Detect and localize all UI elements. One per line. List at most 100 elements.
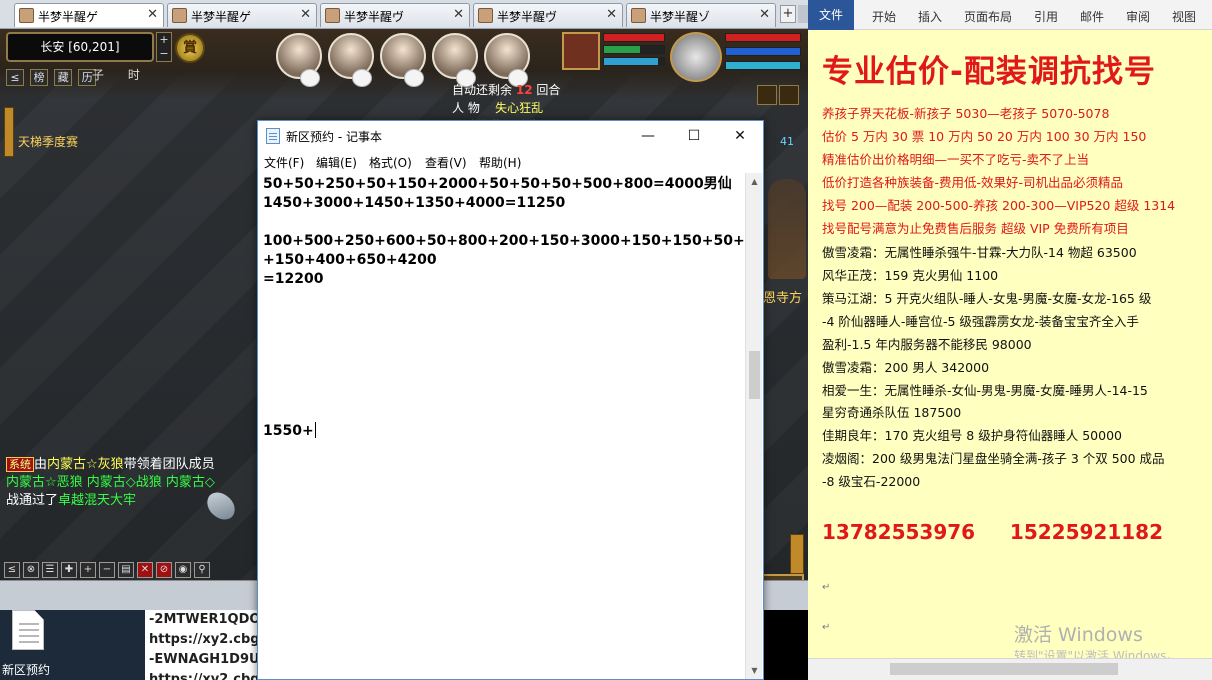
game-tab-2[interactable]: 半梦半醒ゲ ✕ bbox=[167, 3, 317, 27]
ladder-season-link[interactable]: 天梯季度赛 bbox=[18, 133, 78, 150]
phone-numbers: 13782553976 15225921182 bbox=[822, 520, 1163, 544]
close-icon[interactable]: ✕ bbox=[453, 7, 464, 22]
ribbon-tab-references[interactable]: 引用 bbox=[1034, 8, 1058, 25]
ribbon-tab-insert[interactable]: 插入 bbox=[918, 8, 942, 25]
vip-badge[interactable]: 賞 bbox=[175, 33, 205, 63]
toolbar-icon[interactable]: ✚ bbox=[61, 562, 77, 578]
chat-text: 战通过了 bbox=[6, 493, 59, 508]
pet-icon[interactable] bbox=[300, 69, 320, 87]
tab-label: 半梦半醒ゲ bbox=[191, 10, 252, 24]
phone-number-1: 13782553976 bbox=[822, 520, 976, 544]
menu-file[interactable]: 文件(F) bbox=[264, 154, 304, 171]
toolbar-icon[interactable]: ▤ bbox=[118, 562, 134, 578]
toolbar-icon[interactable]: ✕ bbox=[137, 562, 153, 578]
game-time: 子 时 bbox=[92, 68, 150, 82]
ribbon-tab-home[interactable]: 开始 bbox=[872, 8, 896, 25]
ribbon-tab-review[interactable]: 审阅 bbox=[1126, 8, 1150, 25]
game-tab-3[interactable]: 半梦半醒ヴ ✕ bbox=[320, 3, 470, 27]
toolbar-icon[interactable]: ⊗ bbox=[23, 562, 39, 578]
area-label: 恩寺方 bbox=[763, 291, 803, 306]
chat-team-name[interactable]: 内蒙古☆灰狼 bbox=[47, 457, 124, 472]
chat-place[interactable]: 卓越混天大牢 bbox=[58, 493, 136, 508]
toolbar-icon[interactable]: ☰ bbox=[42, 562, 58, 578]
toolbar-icon[interactable]: − bbox=[99, 562, 115, 578]
npc-figure[interactable] bbox=[768, 179, 806, 279]
close-icon[interactable]: ✕ bbox=[606, 7, 617, 22]
buff-icon[interactable] bbox=[779, 85, 799, 105]
scroll-thumb[interactable] bbox=[749, 351, 760, 399]
desktop-file-label[interactable]: 新区预约 bbox=[2, 661, 50, 678]
buff-icon[interactable] bbox=[757, 85, 777, 105]
word-window[interactable]: 文件 开始 插入 页面布局 引用 邮件 审阅 视图 专业估价-配装调抗找号 养孩… bbox=[808, 0, 1212, 680]
browser-line: -2MTWER1QDO bbox=[149, 612, 258, 627]
tab-scroll[interactable] bbox=[798, 5, 808, 23]
map-zoom-buttons[interactable]: + − bbox=[156, 32, 172, 62]
horizontal-scrollbar[interactable] bbox=[808, 658, 1212, 680]
close-button[interactable]: ✕ bbox=[717, 121, 763, 151]
game-tab-5[interactable]: 半梦半醒ゾ ✕ bbox=[626, 3, 776, 27]
pet-avatar[interactable] bbox=[562, 32, 600, 70]
toolbar-icon[interactable]: ⚲ bbox=[194, 562, 210, 578]
map-location[interactable]: 长安 [60,201] bbox=[6, 32, 154, 62]
menu-help[interactable]: 帮助(H) bbox=[479, 154, 521, 171]
right-panel-handle[interactable] bbox=[790, 534, 804, 574]
pet-icon[interactable] bbox=[404, 69, 424, 87]
close-icon[interactable]: ✕ bbox=[759, 7, 770, 22]
notepad-text-area[interactable]: 50+50+250+50+150+2000+50+50+50+500+800=4… bbox=[260, 173, 745, 679]
listing-line-7: 相爱一生：无属性睡杀-女仙-男鬼-男魔-女魔-睡男人-14-15 bbox=[822, 383, 1148, 398]
toolbar-icon[interactable]: + bbox=[80, 562, 96, 578]
game-tab-4[interactable]: 半梦半醒ヴ ✕ bbox=[473, 3, 623, 27]
new-tab-button[interactable]: + bbox=[780, 5, 796, 23]
browser-line[interactable]: https://xy2.cbg bbox=[149, 670, 258, 680]
notepad-window[interactable]: 新区预约 - 记事本 — ☐ ✕ 文件(F) 编辑(E) 格式(O) 查看(V)… bbox=[257, 120, 764, 680]
menu-format[interactable]: 格式(O) bbox=[369, 154, 412, 171]
document-title: 专业估价-配装调抗找号 bbox=[822, 54, 1156, 90]
chat-text: 带领着团队成员 bbox=[123, 457, 215, 472]
notepad-menu-bar: 文件(F) 编辑(E) 格式(O) 查看(V) 帮助(H) bbox=[258, 151, 763, 173]
toolbar-icon[interactable]: ≤ bbox=[4, 562, 20, 578]
ribbon-tab-file[interactable]: 文件 bbox=[808, 0, 854, 30]
scroll-down-icon[interactable]: ▼ bbox=[746, 662, 763, 679]
side-panel-handle[interactable] bbox=[4, 107, 14, 157]
text-caret bbox=[314, 422, 316, 438]
tab-label: 半梦半醒ゲ bbox=[38, 10, 99, 24]
browser-line[interactable]: https://xy2.cbg bbox=[149, 630, 258, 650]
menu-edit[interactable]: 编辑(E) bbox=[316, 154, 357, 171]
listing-line-4: -4 阶仙器睡人-睡宫位-5 级强霹雳女龙-装备宝宝齐全入手 bbox=[822, 314, 1139, 329]
chat-members[interactable]: 内蒙古☆恶狼 内蒙古◇战狼 内蒙古◇ bbox=[6, 474, 258, 492]
share-button[interactable]: ≤ bbox=[6, 69, 24, 86]
close-icon[interactable]: ✕ bbox=[300, 7, 311, 22]
character-icon bbox=[631, 8, 646, 23]
character-icon bbox=[19, 8, 34, 23]
game-tab-1[interactable]: 半梦半醒ゲ ✕ bbox=[14, 3, 164, 27]
player-avatar[interactable] bbox=[670, 32, 722, 82]
listing-line-5: 盈利-1.5 年内服务器不能移民 98000 bbox=[822, 337, 1032, 352]
player-hp-bar bbox=[725, 33, 801, 42]
text-file-icon[interactable] bbox=[12, 610, 44, 650]
ribbon-tab-mailings[interactable]: 邮件 bbox=[1080, 8, 1104, 25]
collection-button[interactable]: 藏 bbox=[54, 69, 73, 86]
notepad-title-bar[interactable]: 新区预约 - 记事本 — ☐ ✕ bbox=[258, 121, 763, 151]
scroll-thumb[interactable] bbox=[890, 663, 1118, 675]
tab-label: 半梦半醒ヴ bbox=[497, 10, 558, 24]
notepad-icon bbox=[266, 128, 280, 144]
toolbar-icon[interactable]: ◉ bbox=[175, 562, 191, 578]
rank-button[interactable]: 榜 bbox=[30, 69, 49, 86]
chat-text: 由 bbox=[34, 457, 48, 472]
auto-fight-suffix: 回合 bbox=[536, 83, 561, 97]
menu-view[interactable]: 查看(V) bbox=[425, 154, 467, 171]
ribbon-tab-layout[interactable]: 页面布局 bbox=[964, 8, 1012, 25]
maximize-button[interactable]: ☐ bbox=[671, 121, 717, 151]
pet-icon[interactable] bbox=[352, 69, 372, 87]
word-document[interactable]: 专业估价-配装调抗找号 养孩子界天花板-新孩子 5030—老孩子 5070-50… bbox=[808, 30, 1212, 658]
scroll-up-icon[interactable]: ▲ bbox=[746, 173, 763, 190]
vertical-scrollbar[interactable]: ▲ ▼ bbox=[745, 173, 762, 679]
close-icon[interactable]: ✕ bbox=[147, 7, 158, 22]
minimize-button[interactable]: — bbox=[625, 121, 671, 151]
listing-line-8: 星穷奇通杀队伍 187500 bbox=[822, 405, 962, 420]
red-line-5: 找号 200—配装 200-500-养孩 200-300—VIP520 超级 1… bbox=[822, 198, 1176, 213]
toolbar-icon[interactable]: ⊘ bbox=[156, 562, 172, 578]
notepad-title: 新区预约 - 记事本 bbox=[286, 130, 382, 144]
auto-fight-count: 12 bbox=[515, 83, 533, 97]
ribbon-tab-view[interactable]: 视图 bbox=[1172, 8, 1196, 25]
